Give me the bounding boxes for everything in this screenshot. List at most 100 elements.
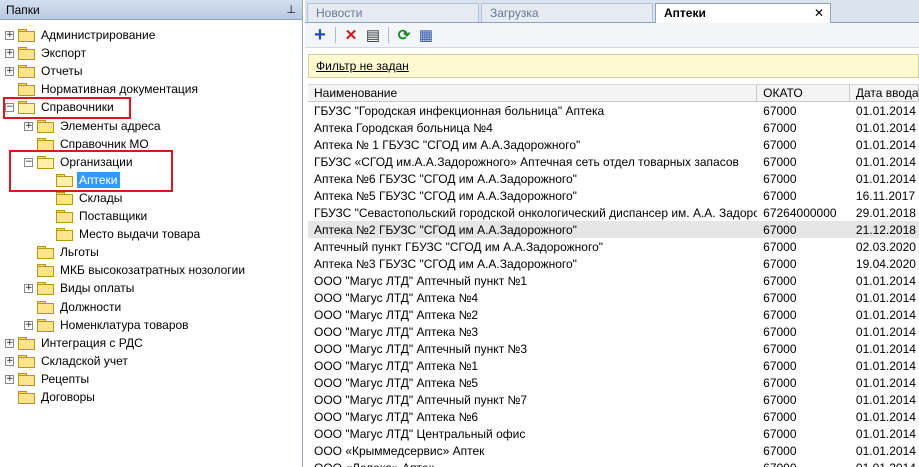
tree-item[interactable]: + Администрирование	[5, 26, 157, 44]
table-row[interactable]: Аптека №2 ГБУЗС "СГОД им А.А.Задорожного…	[308, 221, 919, 238]
table-row[interactable]: ООО "Магус ЛТД" Аптечный пункт №7 67000 01…	[308, 391, 919, 408]
tree-item[interactable]: Склады	[43, 189, 124, 207]
table-row[interactable]: ООО "Магус ЛТД" Аптека №6 67000 01.01.2014	[308, 408, 919, 425]
tree-item[interactable]: − Организации	[24, 153, 135, 171]
table-row[interactable]: ООО "Магус ЛТД" Аптека №4 67000 01.01.2014	[308, 289, 919, 306]
tree-item-label: Место выдачи товара	[79, 227, 201, 241]
cell-name: ООО "Магус ЛТД" Аптечный пункт №3	[314, 341, 528, 356]
cell-okato: 67000	[763, 171, 797, 186]
table-row[interactable]: ГБУЗС "Городская инфекционная больница" …	[308, 102, 919, 119]
tree-item-label: МКБ высокозатратных нозологии	[60, 263, 246, 277]
folder-icon	[18, 337, 35, 350]
tree-item[interactable]: + Виды оплаты	[24, 279, 136, 297]
cell-date: 01.01.2014	[855, 120, 916, 135]
tree-item[interactable]: Поставщики	[43, 207, 149, 225]
table-row[interactable]: Аптека №6 ГБУЗС "СГОД им А.А.Задорожного…	[308, 170, 919, 187]
expand-icon[interactable]: +	[5, 48, 14, 58]
tab-pharmacies[interactable]: Аптеки ✕	[655, 3, 831, 23]
cell-name: ООО "Магус ЛТД" Аптечный пункт №1	[314, 273, 528, 288]
cell-name: ООО "Магус ЛТД" Аптека №5	[314, 375, 479, 390]
filter-link[interactable]: Фильтр не задан	[316, 59, 409, 73]
table-row[interactable]: ООО «Лелека» Аптек6700001.01.2014	[308, 459, 919, 467]
cell-name: Аптечный пункт ГБУЗС "СГОД им А.А.Задоро…	[314, 239, 604, 254]
add-icon[interactable]: +	[311, 24, 329, 46]
folder-icon	[37, 120, 54, 133]
cell-date: 01.01.2014	[855, 426, 916, 441]
folder-icon	[37, 156, 54, 169]
table-row[interactable]: ООО "Магус ЛТД" Аптека №3 67000 01.01.2014	[308, 323, 919, 340]
table-row[interactable]: ГБУЗС «СГОД им.А.А.Задорожного» Аптечная…	[308, 153, 919, 170]
tree-item[interactable]: Нормативная документация	[5, 80, 200, 98]
cell-okato: 67000	[763, 239, 797, 254]
tree-item[interactable]: Должности	[24, 298, 123, 316]
collapse-icon[interactable]: −	[24, 157, 33, 167]
cell-name: ООО «Крыммедсервис» Аптек	[314, 443, 485, 458]
cell-date: 01.01.2014	[855, 409, 916, 424]
tree-item[interactable]: МКБ высокозатратных нозологии	[24, 261, 247, 279]
folder-icon	[37, 246, 54, 259]
tree-item[interactable]: + Интеграция с РДС	[5, 334, 145, 352]
table-row[interactable]: Аптека №3 ГБУЗС "СГОД им А.А.Задорожного…	[308, 255, 919, 272]
table-row[interactable]: ООО "Магус ЛТД" Аптечный пункт №3 67000 01…	[308, 340, 919, 357]
table-row[interactable]: Аптека Городская больница №4 67000 01.01.2…	[308, 119, 919, 136]
cell-name: Аптека №2 ГБУЗС "СГОД им А.А.Задорожного…	[314, 222, 577, 237]
folder-icon	[56, 228, 73, 241]
tree-item[interactable]: Льготы	[24, 243, 101, 261]
table-row[interactable]: ООО "Магус ЛТД" Аптека №2 67000 01.01.2014	[308, 306, 919, 323]
tree-item[interactable]: + Экспорт	[5, 44, 88, 62]
table-row[interactable]: ООО «Крыммедсервис» Аптек 67000 01.01.2014	[308, 442, 919, 459]
column-header-date[interactable]: Дата ввода	[850, 85, 919, 101]
tree-item-label: Справочники	[41, 100, 114, 114]
cell-name: ГБУЗС «СГОД им.А.А.Задорожного» Аптечная…	[314, 154, 739, 169]
expand-icon[interactable]: +	[24, 283, 33, 293]
tree-item[interactable]: + Складской учет	[5, 352, 130, 370]
expand-icon[interactable]: +	[24, 320, 33, 330]
cell-okato: 67000	[763, 392, 797, 407]
tab-upload[interactable]: Загрузка	[481, 3, 653, 22]
delete-icon[interactable]: ✕	[342, 26, 360, 44]
cell-okato: 67000	[763, 290, 797, 305]
table-row[interactable]: ООО "Магус ЛТД" Центральный офис 67000 01.…	[308, 425, 919, 442]
table-row[interactable]: Аптечный пункт ГБУЗС "СГОД им А.А.Задоро…	[308, 238, 919, 255]
folder-icon	[37, 138, 54, 151]
expand-icon[interactable]: +	[5, 338, 14, 348]
tree-item[interactable]: − Справочники	[5, 98, 116, 116]
tree-item[interactable]: + Отчеты	[5, 62, 84, 80]
cell-name: ГБУЗС "Городская инфекционная больница" …	[314, 103, 605, 118]
tree-item[interactable]: Договоры	[5, 388, 97, 406]
tab-news-label: Новости	[316, 6, 363, 20]
refresh-icon[interactable]: ⟳	[395, 26, 413, 44]
table-row[interactable]: ГБУЗС "Севастопольский городской онколог…	[308, 204, 919, 221]
cell-name: ООО "Магус ЛТД" Аптека №3	[314, 324, 479, 339]
cell-date: 01.01.2014	[855, 103, 916, 118]
expand-icon[interactable]: +	[5, 374, 14, 384]
tree-item[interactable]: + Номенклатура товаров	[24, 316, 191, 334]
cell-name: Аптека №3 ГБУЗС "СГОД им А.А.Задорожного…	[314, 256, 577, 271]
expand-icon[interactable]: +	[24, 121, 33, 131]
cell-okato: 67000	[763, 273, 797, 288]
close-icon[interactable]: ✕	[814, 6, 824, 20]
table-row[interactable]: Аптека №5 ГБУЗС "СГОД им А.А.Задорожного…	[308, 187, 919, 204]
table-row[interactable]: ООО "Магус ЛТД" Аптека №5 67000 01.01.2014	[308, 374, 919, 391]
cell-okato: 67000	[763, 426, 797, 441]
expand-icon[interactable]: +	[5, 66, 14, 76]
properties-icon[interactable]: ▤	[364, 26, 382, 44]
table-row[interactable]: Аптека № 1 ГБУЗС "СГОД им А.А.Задорожног…	[308, 136, 919, 153]
pin-icon[interactable]: ⊥	[286, 3, 296, 16]
column-header-okato[interactable]: ОКАТО	[757, 85, 850, 101]
tree-item[interactable]: Справочник МО	[24, 135, 151, 153]
cell-date: 01.01.2014	[855, 392, 916, 407]
tab-news[interactable]: Новости	[307, 3, 479, 22]
expand-icon[interactable]: +	[5, 30, 14, 40]
collapse-icon[interactable]: −	[5, 102, 14, 112]
tree-item[interactable]: Аптеки	[43, 171, 120, 189]
table-row[interactable]: ООО "Магус ЛТД" Аптечный пункт №1 67000 01…	[308, 272, 919, 289]
table-row[interactable]: ООО "Магус ЛТД" Аптека №1 67000 01.01.2014	[308, 357, 919, 374]
cell-date: 01.01.2014	[855, 137, 916, 152]
export-icon[interactable]: ▦	[417, 26, 435, 44]
column-header-name[interactable]: Наименование	[308, 85, 758, 101]
expand-icon[interactable]: +	[5, 356, 14, 366]
tree-item[interactable]: + Рецепты	[5, 370, 91, 388]
tree-item[interactable]: + Элементы адреса	[24, 117, 163, 135]
tree-item[interactable]: Место выдачи товара	[43, 225, 202, 243]
